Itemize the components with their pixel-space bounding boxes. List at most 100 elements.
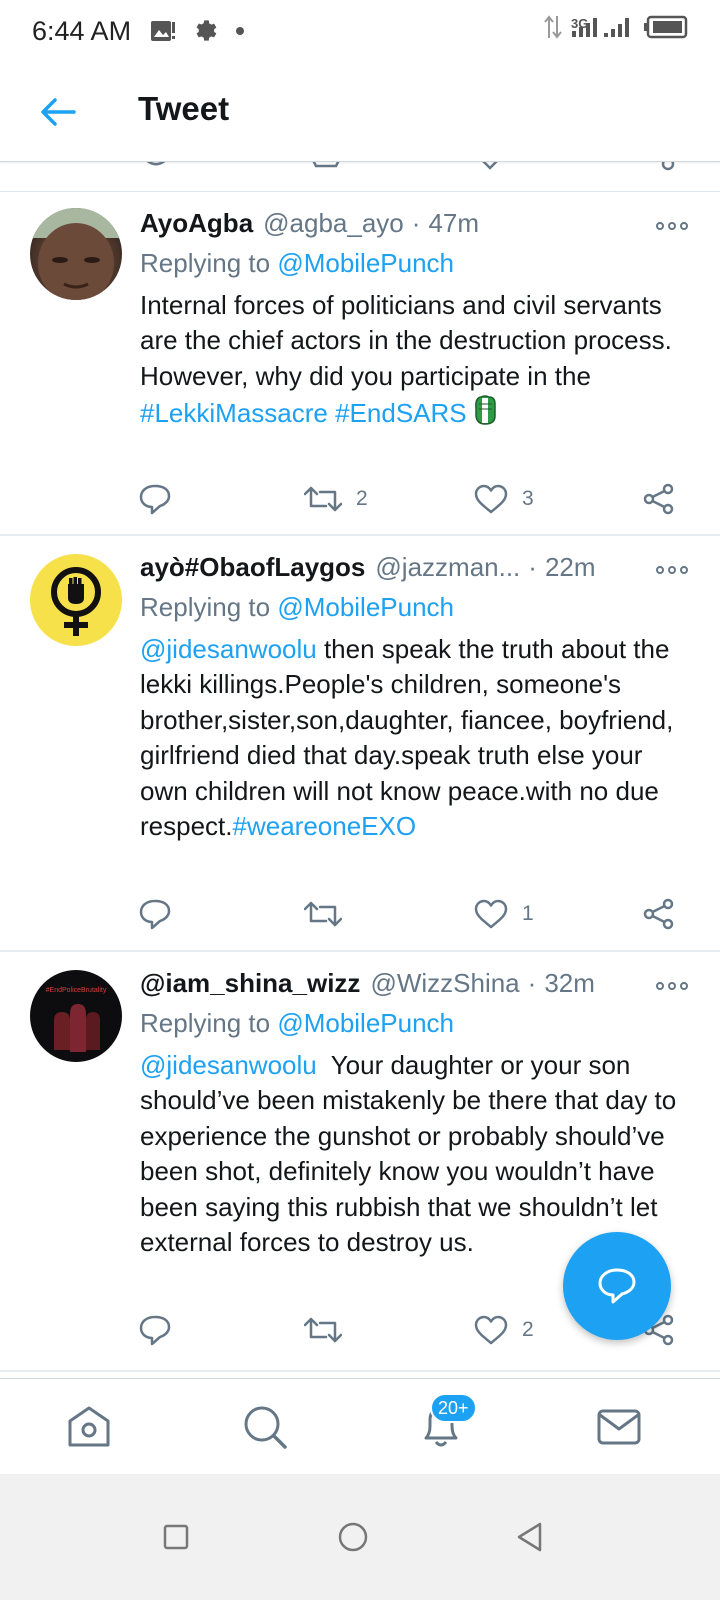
reply-button[interactable] (138, 1310, 172, 1350)
previous-tweet-actions (0, 162, 720, 192)
tweet-text: @jidesanwoolu then speak the truth about… (140, 632, 690, 844)
avatar[interactable] (30, 208, 122, 300)
meta-separator: · (411, 208, 421, 238)
reply-icon (139, 1315, 171, 1346)
more-options-button[interactable] (656, 976, 690, 996)
tweet-body: ayò#ObaofLaygos @jazzman... · 22m Replyi… (140, 552, 690, 844)
status-time: 6:44 AM (32, 16, 132, 46)
settings-icon (196, 20, 217, 41)
like-count: 1 (522, 902, 534, 925)
retweet-button[interactable]: 2 (304, 479, 368, 519)
replying-to: Replying to @MobilePunch (140, 592, 690, 628)
tweet-text: @jidesanwoolu Your daughter or your son … (140, 1048, 690, 1260)
status-icons-left (150, 18, 246, 44)
avatar-caption: #EndPoliceBrutality (46, 987, 107, 994)
tweet-body: AyoAgba @agba_ayo · 47m Replying to @Mob… (140, 208, 690, 432)
heart-icon (474, 484, 508, 514)
share-button[interactable] (642, 479, 676, 519)
replying-to-prefix: Replying to (140, 592, 278, 622)
mention-link[interactable]: @jidesanwoolu (140, 1050, 317, 1080)
tweet-meta: ayò#ObaofLaygos @jazzman... · 22m (140, 552, 690, 590)
triangle-back-icon (517, 1522, 542, 1552)
hashtag-link[interactable]: #weareoneEXO (233, 811, 417, 841)
previous-actions-icons (146, 162, 675, 171)
tweet-actions: 1 (138, 894, 678, 934)
tweet-text-plain: Internal forces of politicians and civil… (140, 290, 672, 391)
avatar[interactable]: #EndPoliceBrutality (30, 970, 122, 1062)
reply-button[interactable] (138, 479, 172, 519)
tweet-text-plain: then speak the truth about the lekki kil… (140, 634, 674, 842)
notification-badge: 20+ (430, 1393, 477, 1423)
recent-apps-button[interactable] (141, 1502, 211, 1572)
tweet-time: 32m (544, 968, 595, 998)
meta-separator: · (528, 552, 537, 582)
share-button[interactable] (642, 894, 676, 934)
like-button[interactable]: 1 (474, 894, 534, 934)
reply-icon (139, 899, 171, 930)
retweet-button[interactable] (304, 894, 356, 934)
like-button[interactable]: 2 (474, 1310, 534, 1350)
tweet-card[interactable]: ayò#ObaofLaygos @jazzman... · 22m Replyi… (0, 536, 720, 952)
nav-messages[interactable] (574, 1379, 664, 1475)
status-icons-right (544, 14, 688, 40)
tweet-text: Internal forces of politicians and civil… (140, 288, 690, 432)
avatar[interactable] (30, 554, 122, 646)
arrow-left-icon (41, 98, 76, 126)
share-icon (643, 483, 674, 515)
reply-icon (139, 484, 171, 515)
author-name[interactable]: @iam_shina_wizz (140, 968, 360, 999)
tweet-body: @iam_shina_wizz @WizzShina · 32m Replyin… (140, 968, 690, 1260)
mention-link[interactable]: @jidesanwoolu (140, 634, 317, 664)
meta-separator: · (527, 968, 537, 998)
tweet-time: 47m (428, 208, 480, 238)
square-icon (163, 1524, 189, 1550)
more-options-button[interactable] (656, 216, 690, 236)
retweet-count: 2 (356, 487, 368, 510)
like-button[interactable]: 3 (474, 479, 534, 519)
dot-icon (236, 27, 244, 35)
like-count: 3 (522, 487, 534, 510)
share-icon (643, 898, 674, 930)
hashtag-link[interactable]: #LekkiMassacre (140, 398, 328, 428)
replying-to: Replying to @MobilePunch (140, 248, 690, 284)
bottom-navigation: 20+ (0, 1378, 720, 1474)
author-handle[interactable]: @jazzman... (375, 552, 520, 583)
author-handle[interactable]: @WizzShina (370, 968, 519, 999)
author-name[interactable]: AyoAgba (140, 208, 253, 239)
replying-to: Replying to @MobilePunch (140, 1008, 690, 1044)
home-icon (68, 1406, 110, 1447)
tweet-card[interactable]: AyoAgba @agba_ayo · 47m Replying to @Mob… (0, 192, 720, 536)
replying-to-prefix: Replying to (140, 1008, 278, 1038)
home-system-button[interactable] (318, 1502, 388, 1572)
more-options-button[interactable] (656, 560, 690, 580)
compose-reply-button[interactable] (563, 1232, 671, 1340)
replying-to-link[interactable]: @MobilePunch (277, 248, 454, 278)
heart-icon (474, 899, 508, 929)
battery-icon (644, 15, 688, 39)
back-button[interactable] (36, 90, 80, 134)
avatar-feminist-fist (51, 567, 101, 636)
system-navigation-bar (0, 1474, 720, 1600)
app-header: Tweet (0, 66, 720, 162)
tweet-text-plain: Your daughter or your son should’ve been… (140, 1050, 684, 1258)
search-icon (244, 1406, 287, 1449)
author-name[interactable]: ayò#ObaofLaygos (140, 552, 365, 583)
image-notification-icon (151, 21, 175, 41)
replying-to-link[interactable]: @MobilePunch (277, 1008, 454, 1038)
replying-to-link[interactable]: @MobilePunch (277, 592, 454, 622)
avatar-face (30, 208, 122, 300)
nav-home[interactable] (44, 1379, 134, 1475)
nav-search[interactable] (220, 1379, 310, 1475)
heart-icon (474, 1315, 508, 1345)
messages-icon (597, 1409, 641, 1445)
replies-feed: AyoAgba @agba_ayo · 47m Replying to @Mob… (0, 192, 720, 1372)
reply-button[interactable] (138, 894, 172, 934)
author-handle[interactable]: @agba_ayo (263, 208, 404, 239)
back-system-button[interactable] (495, 1502, 565, 1572)
fist-emoji-icon (474, 395, 496, 425)
like-count: 2 (522, 1318, 534, 1341)
page-title: Tweet (138, 90, 230, 127)
hashtag-link[interactable]: #EndSARS (335, 398, 467, 428)
retweet-button[interactable] (304, 1310, 356, 1350)
replying-to-prefix: Replying to (140, 248, 278, 278)
